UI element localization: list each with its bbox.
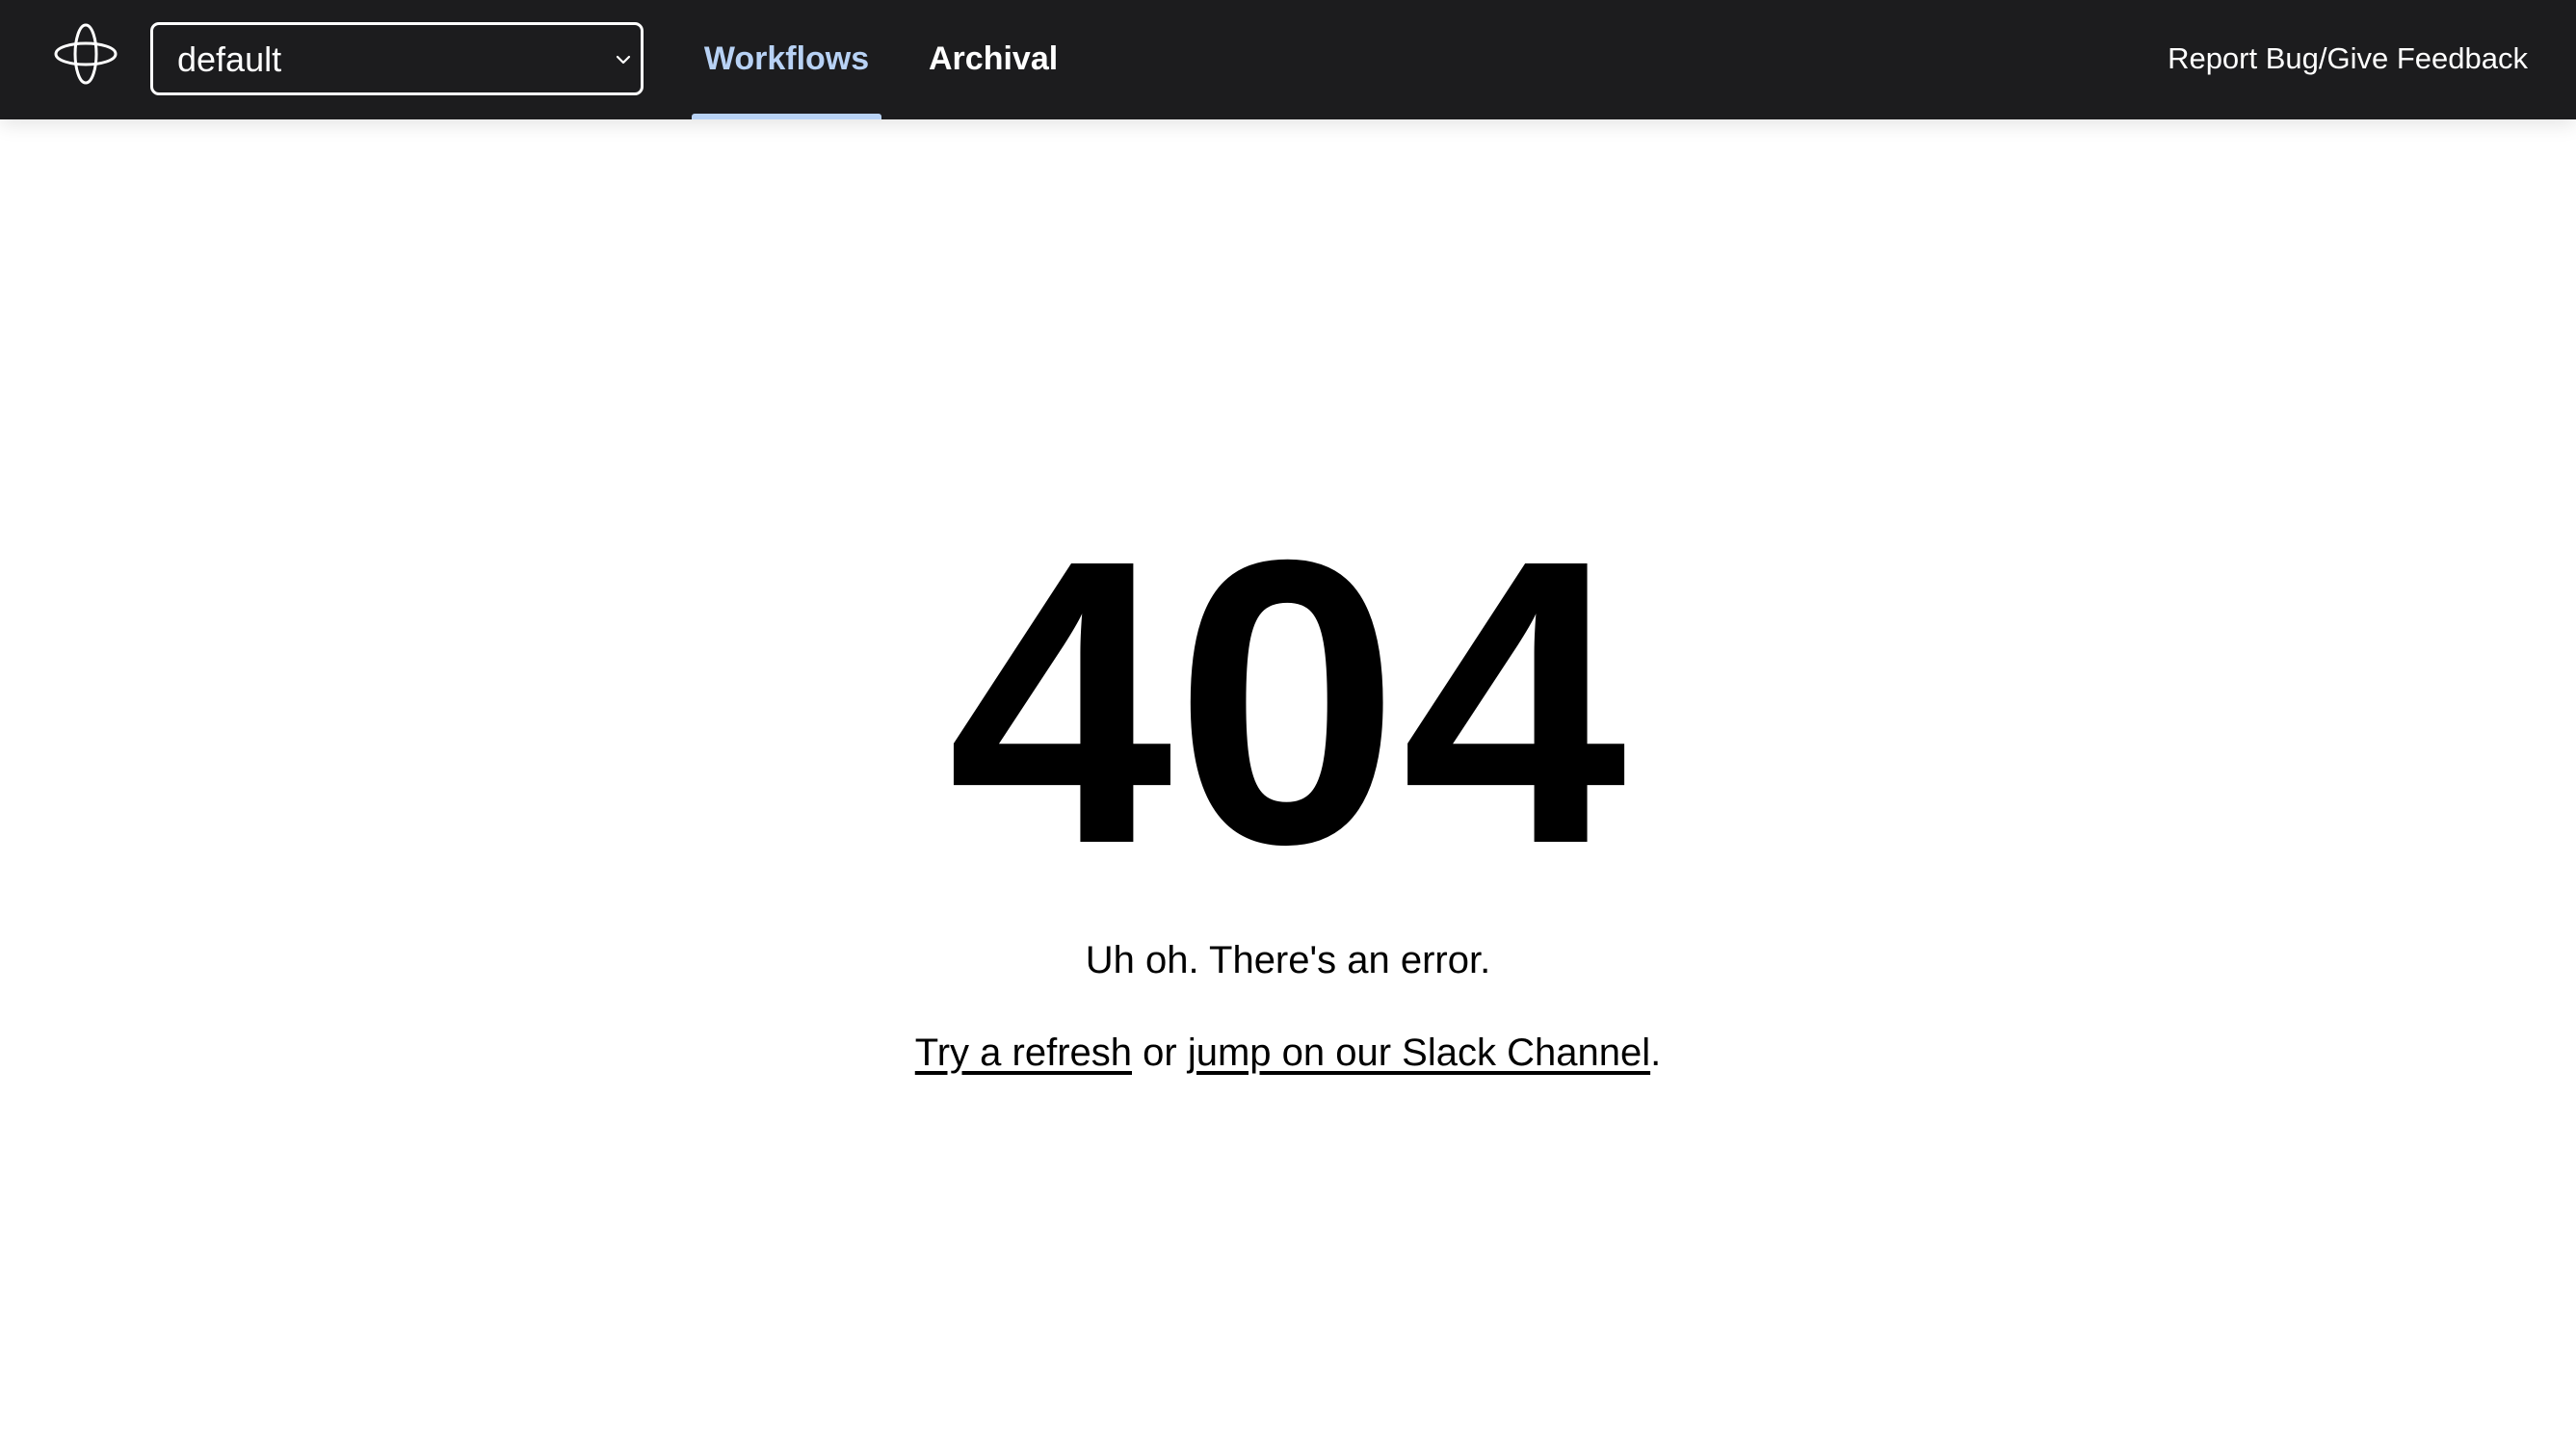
help-connector: or bbox=[1143, 1032, 1177, 1074]
active-tab-indicator bbox=[692, 114, 881, 119]
tab-workflows[interactable]: Workflows bbox=[692, 0, 881, 119]
top-navigation-bar: default Workflows Archival Report Bug/Gi… bbox=[0, 0, 2576, 119]
temporal-logo-icon[interactable] bbox=[54, 23, 118, 85]
refresh-link[interactable]: Try a refresh bbox=[915, 1032, 1132, 1074]
error-message: Uh oh. There's an error. bbox=[1085, 939, 1491, 981]
chevron-down-icon bbox=[612, 48, 635, 71]
namespace-select-value: default bbox=[177, 39, 282, 79]
slack-channel-link[interactable]: jump on our Slack Channel bbox=[1188, 1032, 1650, 1074]
tab-archival[interactable]: Archival bbox=[929, 0, 1058, 119]
namespace-select[interactable]: default bbox=[150, 22, 644, 95]
report-bug-feedback-link[interactable]: Report Bug/Give Feedback bbox=[2168, 0, 2528, 119]
error-code: 404 bbox=[947, 477, 1629, 928]
error-help-text: Try a refresh or jump on our Slack Chann… bbox=[0, 1032, 2576, 1075]
help-end-punctuation: . bbox=[1650, 1032, 1662, 1074]
